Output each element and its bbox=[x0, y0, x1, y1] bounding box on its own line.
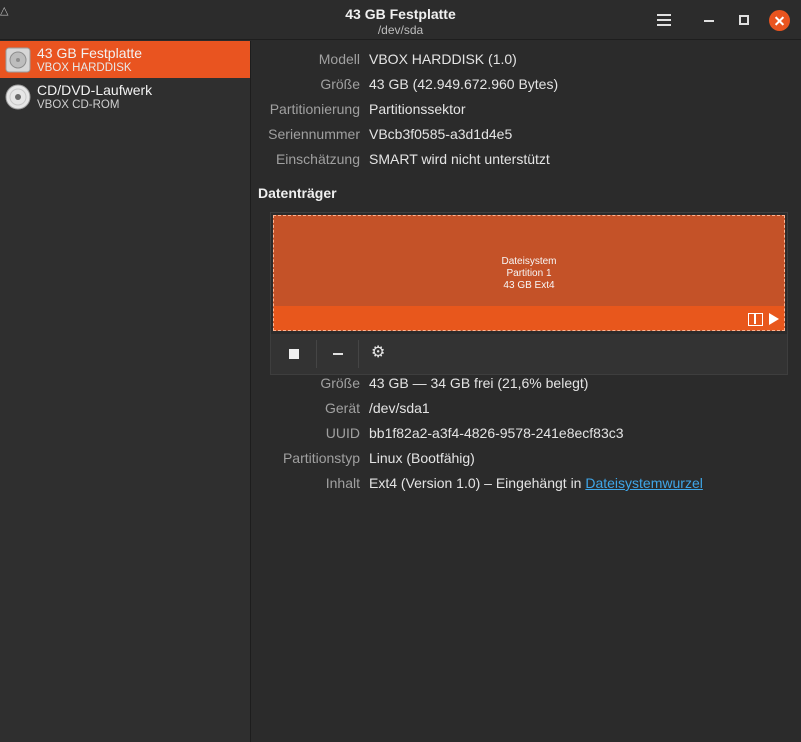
harddisk-icon bbox=[5, 47, 31, 73]
serial-label: Seriennummer bbox=[268, 126, 360, 142]
close-button[interactable] bbox=[769, 10, 790, 31]
stop-icon bbox=[289, 349, 299, 359]
minimize-button[interactable] bbox=[704, 20, 714, 22]
partitioning-value: Partitionssektor bbox=[369, 101, 466, 117]
partition-size-text: 43 GB Ext4 bbox=[503, 280, 555, 291]
partition-size-value: 43 GB — 34 GB frei (21,6% belegt) bbox=[369, 375, 589, 391]
maximize-button[interactable] bbox=[739, 15, 749, 25]
sidebar-item-label: CD/DVD-Laufwerk bbox=[37, 82, 153, 98]
sidebar-item-model: VBOX CD-ROM bbox=[37, 99, 120, 111]
gear-icon: ⚙ bbox=[371, 344, 386, 361]
title-bar: △ 43 GB Festplatte /dev/sda bbox=[0, 0, 801, 40]
assessment-label: Einschätzung bbox=[275, 151, 360, 167]
assessment-value: SMART wird nicht unterstützt bbox=[369, 151, 550, 167]
mounted-icon bbox=[748, 313, 763, 326]
device-value: /dev/sda1 bbox=[369, 400, 430, 416]
window-subtitle: /dev/sda bbox=[377, 23, 424, 37]
partition-usage-strip bbox=[274, 306, 784, 330]
sidebar-item-cdrom[interactable]: CD/DVD-Laufwerk VBOX CD-ROM bbox=[0, 78, 250, 115]
uuid-label: UUID bbox=[325, 425, 360, 441]
drive-model-label: Modell bbox=[318, 51, 360, 67]
contents-value: Ext4 (Version 1.0) – Eingehängt in Datei… bbox=[369, 475, 703, 491]
device-sidebar: 43 GB Festplatte VBOX HARDDISK CD/DVD-La… bbox=[0, 41, 251, 742]
partitioning-label: Partitionierung bbox=[269, 101, 360, 117]
partition-number-text: Partition 1 bbox=[506, 268, 552, 279]
volumes-heading: Datenträger bbox=[258, 185, 337, 201]
partition-options-button[interactable]: ⚙ bbox=[359, 334, 403, 374]
partition-block[interactable]: Dateisystem Partition 1 43 GB Ext4 bbox=[273, 215, 785, 331]
contents-label: Inhalt bbox=[325, 475, 360, 491]
device-label: Gerät bbox=[324, 400, 360, 416]
play-icon bbox=[769, 313, 779, 325]
delete-partition-button[interactable] bbox=[317, 334, 361, 374]
drive-size-value: 43 GB (42.949.672.960 Bytes) bbox=[369, 76, 559, 92]
optical-disc-icon bbox=[5, 84, 31, 110]
partition-type-text: Dateisystem bbox=[501, 256, 557, 267]
uuid-value: bb1f82a2-a3f4-4826-9578-241e8ecf83c3 bbox=[369, 425, 624, 441]
volume-map: Dateisystem Partition 1 43 GB Ext4 ⚙ bbox=[270, 212, 788, 375]
menu-icon[interactable] bbox=[657, 12, 671, 28]
unmount-button[interactable] bbox=[271, 334, 315, 374]
partition-size-label: Größe bbox=[320, 375, 360, 391]
partition-type-value: Linux (Bootfähig) bbox=[369, 450, 475, 466]
drive-size-label: Größe bbox=[320, 76, 360, 92]
sidebar-item-harddisk[interactable]: 43 GB Festplatte VBOX HARDDISK bbox=[0, 41, 250, 78]
mount-point-link[interactable]: Dateisystemwurzel bbox=[585, 475, 702, 491]
details-pane: Modell VBOX HARDDISK (1.0) Größe 43 GB (… bbox=[252, 41, 801, 742]
minus-icon bbox=[333, 353, 343, 355]
sidebar-item-model: VBOX HARDDISK bbox=[37, 62, 132, 74]
serial-value: VBcb3f0585-a3d1d4e5 bbox=[369, 126, 513, 142]
partition-toolbar: ⚙ bbox=[271, 334, 787, 374]
drive-model-value: VBOX HARDDISK (1.0) bbox=[369, 51, 517, 67]
contents-text: Ext4 (Version 1.0) – Eingehängt in bbox=[369, 475, 586, 491]
window-title: 43 GB Festplatte bbox=[345, 6, 456, 22]
partition-type-label: Partitionstyp bbox=[282, 450, 360, 466]
sidebar-item-label: 43 GB Festplatte bbox=[37, 45, 143, 61]
